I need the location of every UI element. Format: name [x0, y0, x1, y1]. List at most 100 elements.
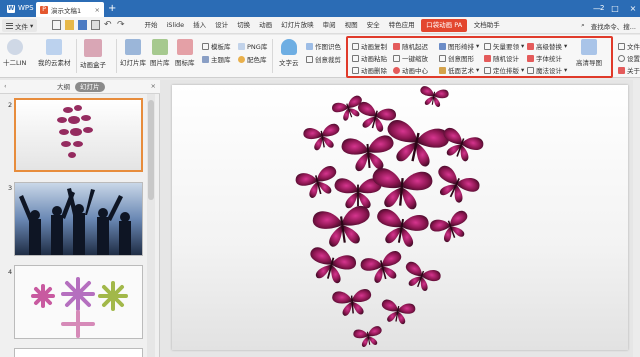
file-button[interactable]: 文件: [618, 41, 640, 51]
menu-special-apps[interactable]: 特色应用: [384, 17, 419, 34]
canvas-scrollbar[interactable]: [633, 80, 640, 357]
slide-library-button[interactable]: 幻灯片库: [120, 39, 146, 67]
info-icon: [618, 66, 625, 74]
butterflies-image[interactable]: [172, 85, 628, 350]
png-library-button[interactable]: PNG库: [238, 41, 267, 51]
template-icon: [202, 42, 209, 50]
icon-library-button[interactable]: 图标库: [175, 39, 195, 67]
slide-panel-header: ‹ 大纲 幻灯片 ×: [0, 80, 160, 94]
butterflies-thumbnail-image: [16, 100, 141, 170]
ribbon-separator: [272, 39, 273, 73]
menu-animation[interactable]: 动画: [255, 17, 277, 34]
search-icon: ⌕: [581, 21, 585, 29]
creative-crop-label: 创意裁剪: [315, 56, 341, 64]
account-label: 十二LIN: [3, 59, 27, 67]
color-library-button[interactable]: 配色库: [238, 54, 267, 64]
command-search[interactable]: 查找命令、搜...: [591, 21, 636, 31]
slide-panel-scrollbar[interactable]: [147, 94, 155, 357]
animation-box-label: 动画盒子: [80, 61, 106, 69]
collapse-panel-icon[interactable]: ‹: [4, 82, 7, 90]
icon-library-label: 图标库: [175, 59, 195, 67]
document-tab-title: 演示文稿1: [51, 6, 82, 15]
about-label: 关于: [627, 67, 640, 75]
file-button-label: 文件: [627, 43, 640, 51]
theme-icon: [202, 55, 209, 63]
maximize-button[interactable]: □: [610, 1, 620, 16]
open-folder-icon[interactable]: [65, 20, 74, 30]
ribbon-separator: [76, 39, 77, 73]
chevron-down-icon: ▾: [30, 21, 34, 30]
picture-icon: [151, 39, 168, 55]
menu-view[interactable]: 视图: [340, 17, 362, 34]
slides-icon: [125, 39, 141, 55]
menu-design[interactable]: 设计: [211, 17, 233, 34]
account-button[interactable]: 十二LIN: [3, 39, 26, 67]
save-icon[interactable]: [78, 20, 87, 30]
text-cloud-button[interactable]: 文字云: [279, 39, 299, 67]
creative-crop-button[interactable]: 创意裁剪: [306, 54, 341, 64]
menu-slideshow[interactable]: 幻灯片放映: [277, 17, 319, 34]
settings-button[interactable]: 设置: [618, 53, 640, 63]
print-icon[interactable]: [91, 20, 100, 30]
menu-pocket-animation[interactable]: 口袋动画 PA: [421, 19, 468, 32]
window-controls: — □ ×: [592, 1, 638, 16]
slide-thumbnail-2[interactable]: [14, 98, 143, 172]
cube-icon: [84, 39, 102, 57]
new-tab-button[interactable]: +: [108, 2, 116, 15]
menu-security[interactable]: 安全: [362, 17, 384, 34]
menu-insert[interactable]: 插入: [189, 17, 211, 34]
quick-access-toolbar: ↶ ↷: [52, 20, 126, 30]
close-tab-icon[interactable]: ×: [95, 6, 100, 14]
eyedropper-icon: [306, 42, 313, 50]
document-tab[interactable]: P 演示文稿1 ×: [36, 2, 104, 17]
new-file-icon[interactable]: [52, 20, 61, 30]
png-library-label: PNG库: [247, 43, 268, 51]
theme-library-button[interactable]: 主题库: [202, 54, 231, 64]
cloud-folder-icon: [46, 39, 63, 55]
slide-panel: ‹ 大纲 幻灯片 × 2 3 4: [0, 80, 160, 357]
wps-app-button[interactable]: W WPS: [2, 1, 39, 16]
redo-icon[interactable]: ↷: [117, 20, 126, 30]
cloud-assets-button[interactable]: 我的云素材: [38, 39, 71, 67]
menu-islide[interactable]: iSlide: [162, 17, 189, 34]
file-menu[interactable]: 文件 ▾: [2, 19, 38, 32]
close-window-button[interactable]: ×: [628, 1, 638, 16]
pocket-animation-highlight: [346, 36, 613, 78]
color-library-label: 配色库: [247, 56, 267, 64]
slide-number: 2: [8, 101, 13, 109]
picture-library-label: 图片库: [150, 59, 170, 67]
user-avatar-icon: [6, 39, 23, 55]
current-slide[interactable]: [172, 85, 628, 350]
about-button[interactable]: 关于: [618, 65, 640, 75]
slide-thumbnail-3[interactable]: [14, 182, 143, 256]
hamburger-icon: [6, 22, 13, 29]
template-library-label: 模板库: [211, 43, 231, 51]
scrollbar-thumb[interactable]: [148, 100, 154, 200]
minimize-button[interactable]: —: [592, 1, 602, 16]
animation-box-button[interactable]: 动画盒子: [80, 39, 106, 69]
presentation-icon: P: [40, 5, 48, 14]
menu-tabs: 开始 iSlide 插入 设计 切换 动画 幻灯片放映 审阅 视图 安全 特色应…: [140, 17, 504, 34]
menu-review[interactable]: 审阅: [318, 17, 340, 34]
crop-icon: [306, 55, 313, 63]
menu-doc-assistant[interactable]: 文档助手: [469, 17, 504, 34]
undo-icon[interactable]: ↶: [104, 20, 113, 30]
picture-library-button[interactable]: 图片库: [150, 39, 170, 67]
menu-home[interactable]: 开始: [140, 17, 162, 34]
picture-color-button[interactable]: 作图识色: [306, 41, 341, 51]
menu-transition[interactable]: 切换: [233, 17, 255, 34]
snowflakes-thumbnail-image: [15, 266, 142, 338]
tab-outline[interactable]: 大纲: [52, 82, 75, 92]
cloud-assets-label: 我的云素材: [38, 59, 71, 67]
settings-label: 设置: [627, 55, 640, 63]
slide-thumbnail-4[interactable]: [14, 265, 143, 339]
title-bar: W WPS P 演示文稿1 × + 2 — □ ×: [0, 0, 640, 17]
wps-logo-icon: W: [7, 4, 15, 13]
slide-thumbnail-5[interactable]: [14, 348, 143, 357]
shapes-icon: [176, 39, 193, 55]
menu-right: ⌕ 查找命令、搜...: [581, 17, 636, 34]
tab-slides[interactable]: 幻灯片: [75, 82, 105, 92]
close-panel-icon[interactable]: ×: [151, 82, 156, 90]
template-library-button[interactable]: 模板库: [202, 41, 231, 51]
slide-number: 3: [8, 184, 13, 192]
